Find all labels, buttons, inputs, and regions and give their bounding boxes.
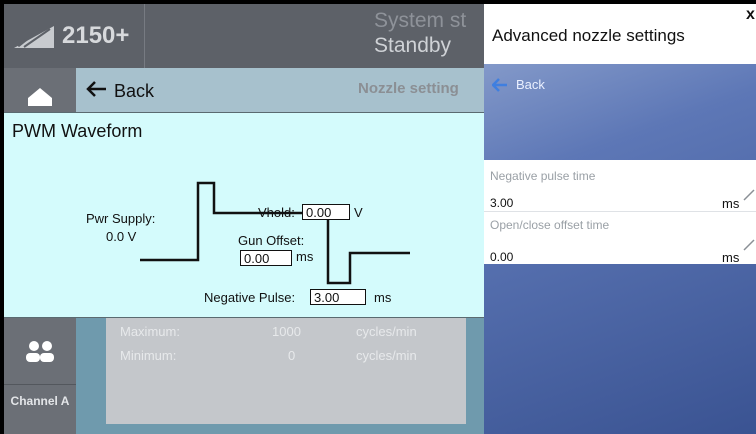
logo-icon <box>14 22 54 48</box>
users-button[interactable] <box>4 322 76 385</box>
model-name: 2150+ <box>62 22 130 49</box>
row-value: 1000 <box>272 324 301 339</box>
section-title: Nozzle setting <box>358 80 459 97</box>
channel-button[interactable]: Channel A <box>4 386 76 434</box>
vhold-unit: V <box>354 205 363 220</box>
channel-label: Channel A <box>10 394 70 408</box>
dialog-back-button[interactable]: Back <box>492 76 582 96</box>
pwr-supply-label: Pwr Supply: <box>86 211 156 226</box>
vhold-input[interactable]: 0.00 <box>302 204 350 220</box>
row-label: Minimum: <box>120 348 177 363</box>
back-arrow-icon <box>492 78 507 92</box>
dialog-back-label: Back <box>516 77 545 92</box>
dialog-header: Advanced nozzle settings x <box>484 4 756 64</box>
settings-list: Negative pulse time 3.00 ms Open/close o… <box>484 160 756 265</box>
system-status-title: System st <box>374 9 467 32</box>
back-label: Back <box>114 81 155 101</box>
row-value: 0 <box>288 348 296 363</box>
topbar-divider <box>144 4 145 68</box>
top-bar: 2150+ System st Standby <box>4 4 484 68</box>
back-row[interactable]: Back Nozzle setting <box>76 68 484 114</box>
setting-negative-pulse-time[interactable]: Negative pulse time 3.00 ms <box>484 160 756 212</box>
pencil-icon[interactable] <box>742 238 756 252</box>
setting-open-close-offset-time[interactable]: Open/close offset time 0.00 ms <box>484 212 756 265</box>
close-icon[interactable]: x <box>746 6 755 24</box>
row-unit: cycles/min <box>356 348 417 363</box>
gun-offset-label: Gun Offset: <box>238 233 305 248</box>
vhold-label: Vhold: <box>258 205 295 220</box>
row-unit: cycles/min <box>356 324 417 339</box>
gun-offset-input[interactable]: 0.00 <box>240 250 292 266</box>
setting-value: 0.00 <box>490 250 514 264</box>
setting-unit: ms <box>722 196 740 211</box>
pwm-waveform-panel: PWM Waveform Pwr Supply: 0.0 V Vhold: 0.… <box>4 112 484 318</box>
cycle-limits-table: Maximum: 1000 cycles/min Minimum: 0 cycl… <box>106 318 466 424</box>
gun-offset-unit: ms <box>296 249 314 264</box>
pwr-supply-value: 0.0 V <box>106 229 137 244</box>
setting-label: Negative pulse time <box>490 169 596 183</box>
setting-label: Open/close offset time <box>490 218 610 232</box>
back-arrow-icon <box>86 81 106 97</box>
dialog-title: Advanced nozzle settings <box>492 26 685 45</box>
negative-pulse-unit: ms <box>374 290 392 305</box>
negative-pulse-input[interactable]: 3.00 <box>310 289 366 305</box>
users-icon <box>26 341 54 362</box>
screen: 2150+ System st Standby Channel A Back N… <box>0 0 756 434</box>
row-label: Maximum: <box>120 324 180 339</box>
advanced-nozzle-settings-dialog: Advanced nozzle settings x Back Negative… <box>484 4 756 434</box>
setting-unit: ms <box>722 250 740 265</box>
pencil-icon[interactable] <box>742 188 756 202</box>
system-status-value: Standby <box>374 34 452 57</box>
negative-pulse-label: Negative Pulse: <box>204 290 296 305</box>
pwm-waveform-graph <box>140 181 410 285</box>
setting-value: 3.00 <box>490 196 514 210</box>
